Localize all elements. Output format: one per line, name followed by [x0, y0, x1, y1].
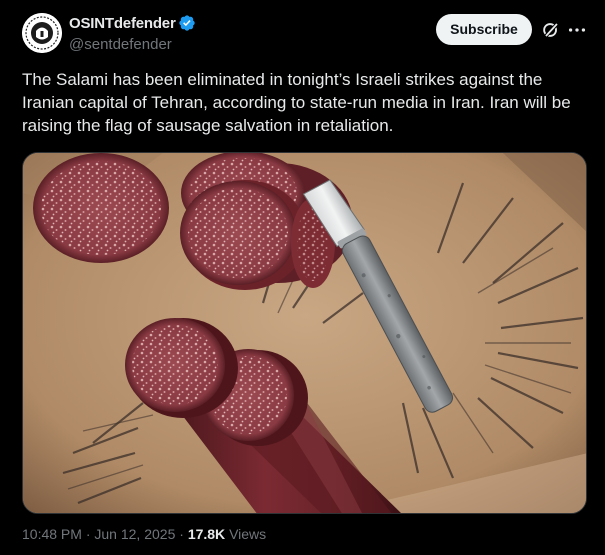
- tweet-text: The Salami has been eliminated in tonigh…: [22, 70, 571, 135]
- tweet-meta: 10:48 PM · Jun 12, 2025 · 17.8K Views: [22, 526, 266, 542]
- meta-separator: ·: [85, 526, 91, 542]
- tweet-date[interactable]: Jun 12, 2025: [94, 526, 175, 542]
- author-display-name[interactable]: OSINTdefender: [69, 15, 176, 32]
- tweet-media-image[interactable]: [22, 152, 587, 514]
- author-avatar[interactable]: [22, 13, 62, 53]
- salami-photo-icon: [23, 153, 586, 513]
- meta-separator: ·: [179, 526, 184, 542]
- views-label: Views: [229, 526, 267, 542]
- views-count: 17.8K: [187, 526, 226, 542]
- osintdefender-logo-icon: [22, 13, 62, 53]
- more-icon[interactable]: [566, 19, 588, 41]
- tweet-card: OSINTdefender @sentdefender Subscribe Th…: [0, 0, 605, 555]
- subscribe-button[interactable]: Subscribe: [436, 14, 532, 45]
- tweet-time[interactable]: 10:48 PM: [22, 526, 82, 542]
- verified-badge-icon: [179, 15, 195, 31]
- grok-icon[interactable]: [540, 19, 562, 41]
- author-handle[interactable]: @sentdefender: [69, 36, 172, 53]
